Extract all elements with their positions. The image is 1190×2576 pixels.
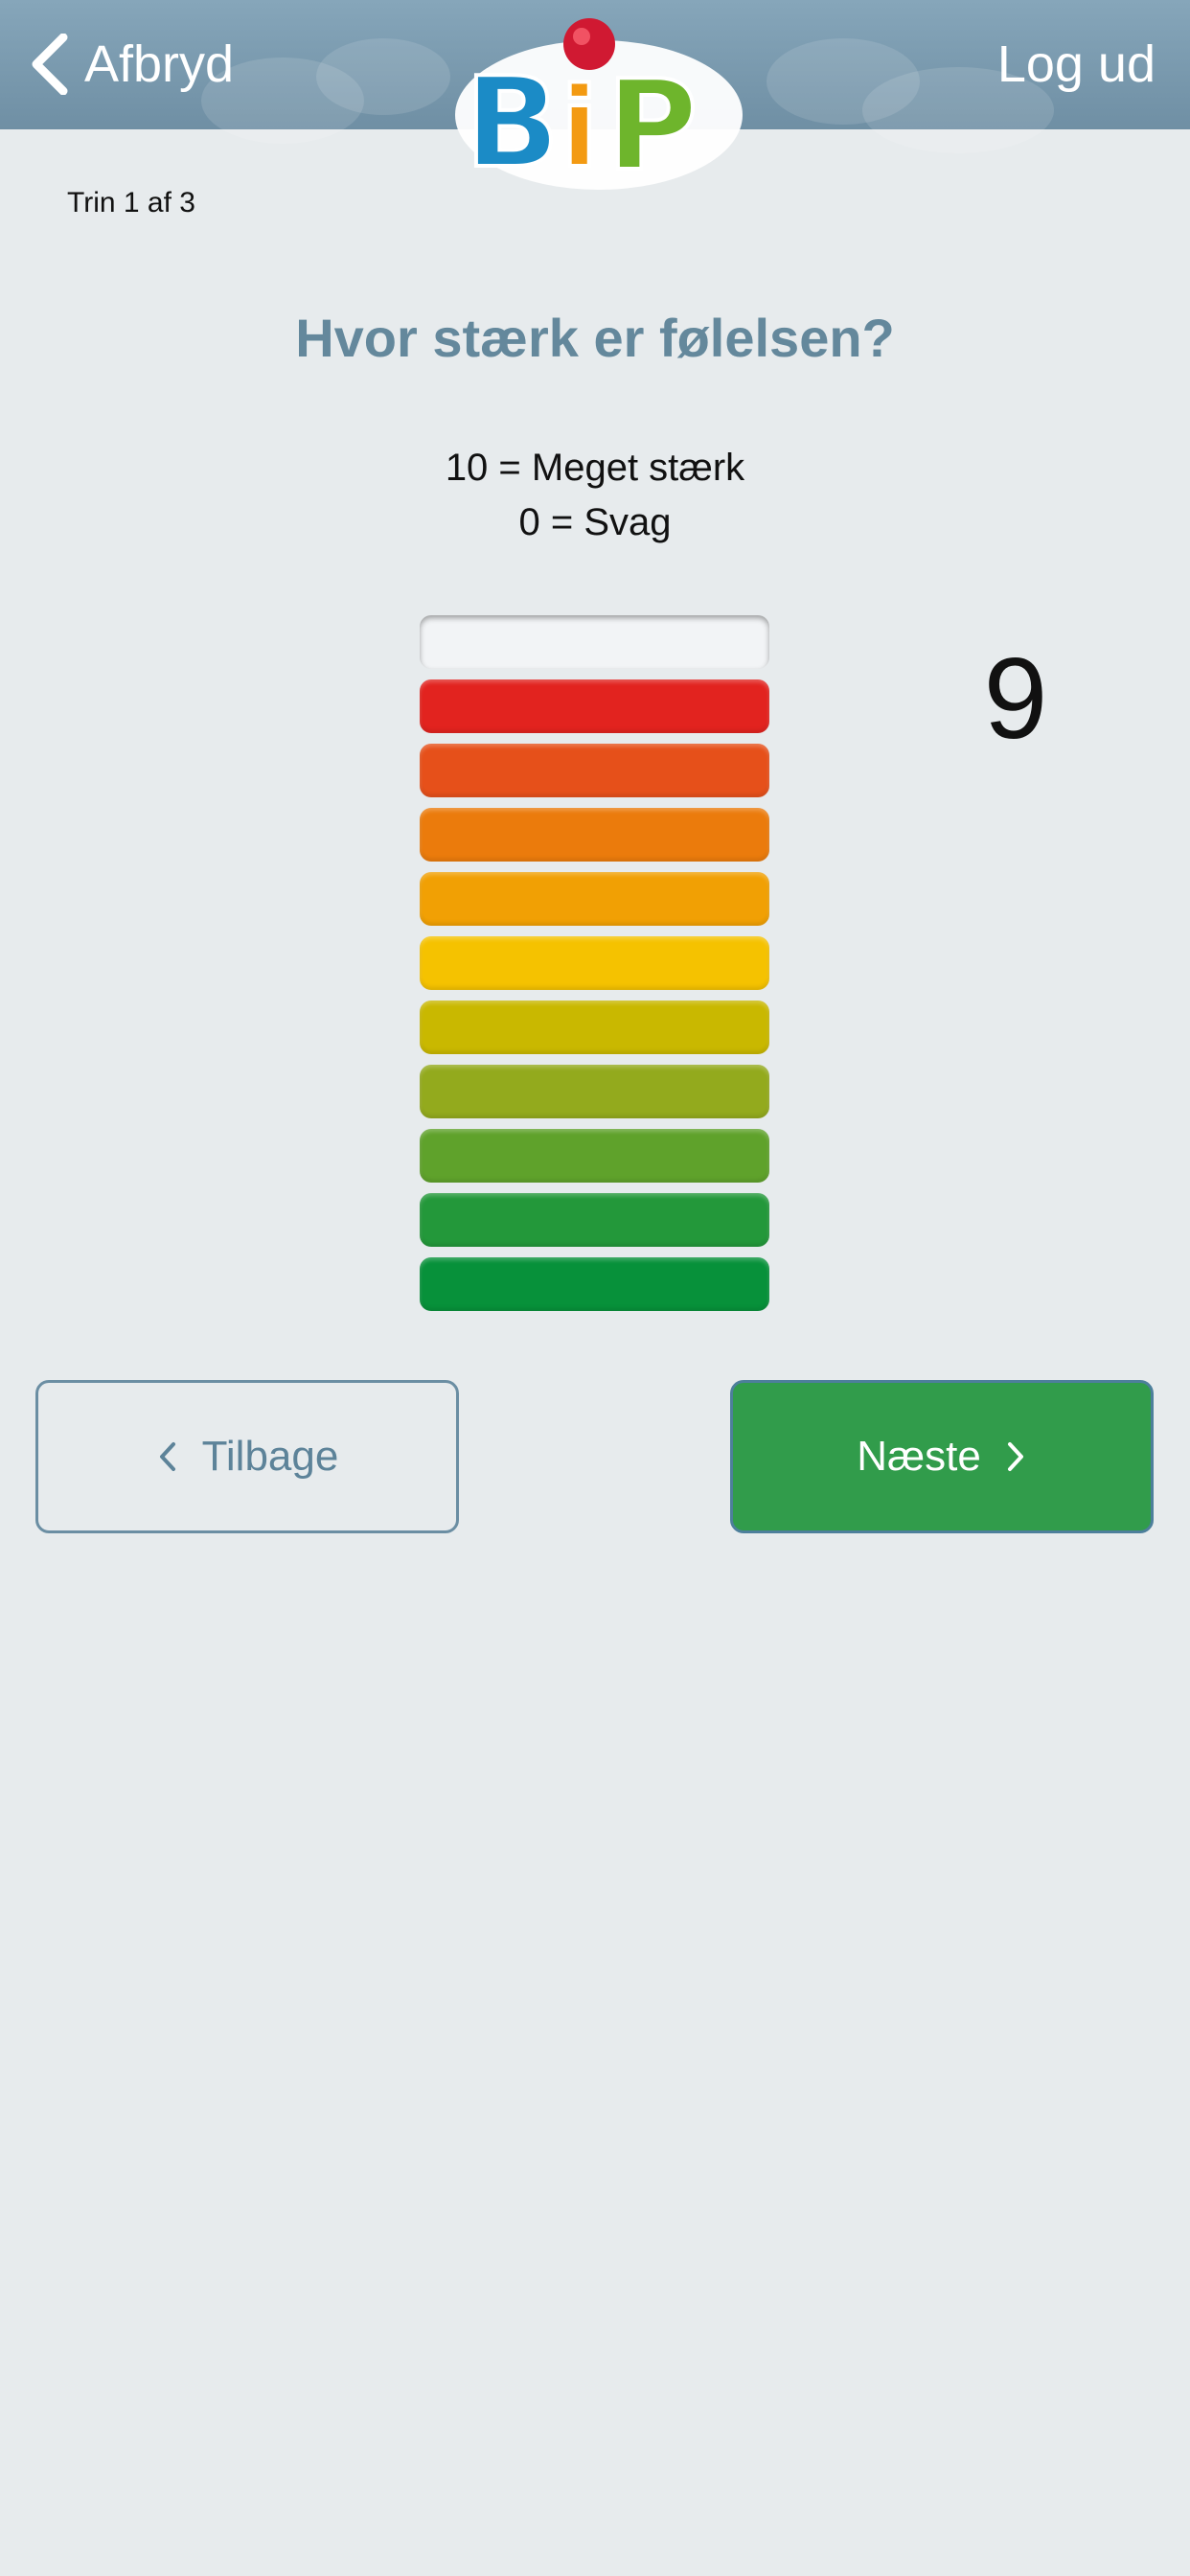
- cloud-decoration: [316, 38, 450, 115]
- question-title: Hvor stærk er følelsen?: [295, 308, 895, 368]
- svg-text:P: P: [606, 53, 698, 195]
- next-button[interactable]: Næste: [730, 1380, 1154, 1533]
- scale-bar-level-0[interactable]: [420, 1257, 769, 1311]
- step-indicator: Trin 1 af 3: [67, 187, 195, 218]
- scale-bar-level-8[interactable]: [420, 744, 769, 797]
- scale-legend: 10 = Meget stærk 0 = Svag: [0, 441, 1190, 550]
- scale-bar-level-3[interactable]: [420, 1065, 769, 1118]
- scale-bar-level-6[interactable]: [420, 872, 769, 926]
- back-button[interactable]: Tilbage: [35, 1380, 459, 1533]
- back-button-label: Tilbage: [201, 1433, 339, 1480]
- svg-text:i: i: [561, 64, 598, 193]
- chevron-left-icon: [159, 1442, 175, 1471]
- selected-value: 9: [983, 634, 1048, 763]
- bip-logo: B i P: [455, 18, 743, 195]
- intensity-scale[interactable]: [420, 615, 769, 1322]
- scale-bar-level-9[interactable]: [420, 679, 769, 733]
- scale-bar-level-2[interactable]: [420, 1129, 769, 1183]
- logout-button[interactable]: Log ud: [997, 31, 1156, 98]
- scale-bar-level-10[interactable]: [420, 615, 769, 669]
- chevron-right-icon: [1007, 1442, 1023, 1471]
- legend-high: 10 = Meget stærk: [445, 447, 745, 489]
- scale-bar-level-5[interactable]: [420, 936, 769, 990]
- cancel-button[interactable]: Afbryd: [29, 31, 234, 98]
- scale-bar-level-7[interactable]: [420, 808, 769, 862]
- legend-low: 0 = Svag: [518, 501, 672, 543]
- scale-bar-level-4[interactable]: [420, 1000, 769, 1054]
- svg-text:B: B: [465, 50, 560, 195]
- scale-bar-level-1[interactable]: [420, 1193, 769, 1247]
- cancel-label: Afbryd: [84, 35, 235, 93]
- chevron-left-icon: [32, 34, 68, 95]
- next-button-label: Næste: [857, 1433, 981, 1480]
